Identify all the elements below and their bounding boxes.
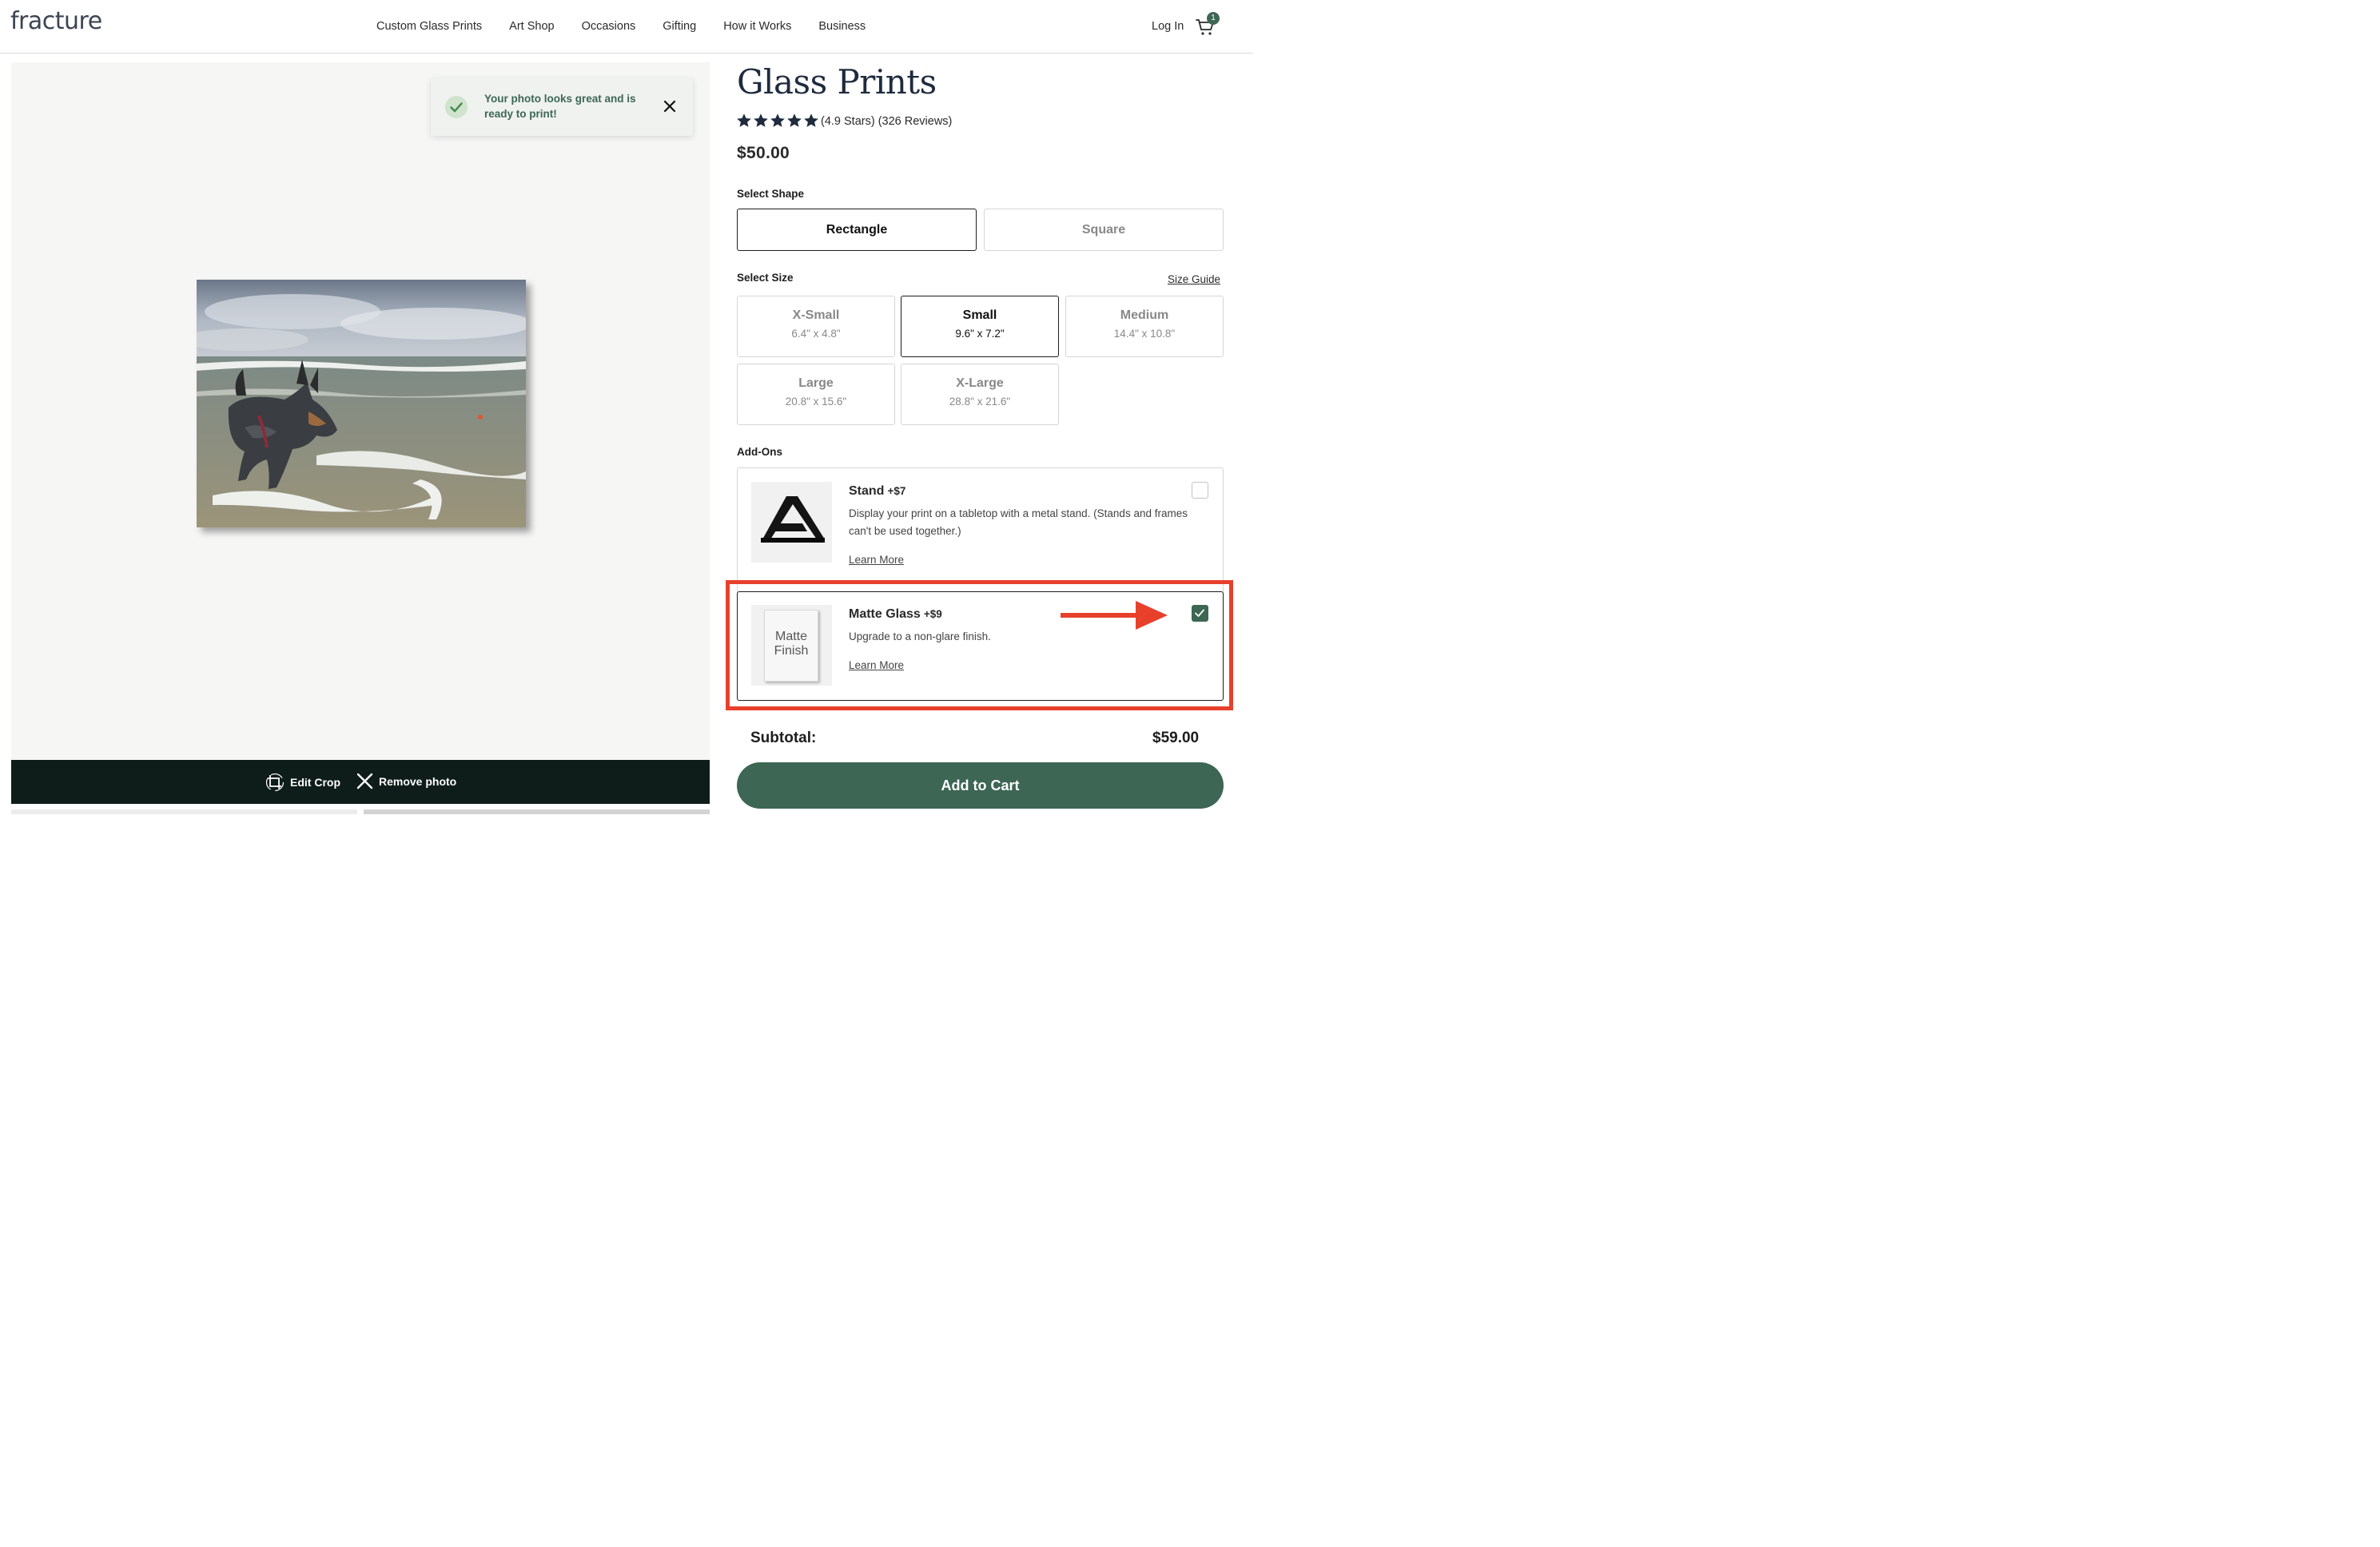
nav-gifting[interactable]: Gifting	[663, 20, 696, 33]
product-price: $50.00	[737, 144, 790, 162]
size-dimensions: 28.8" x 21.6"	[949, 396, 1011, 408]
nav-how-it-works[interactable]: How it Works	[723, 20, 791, 33]
stand-addon-description: Display your print on a tabletop with a …	[849, 507, 1188, 537]
stand-icon	[761, 496, 825, 543]
product-title: Glass Prints	[737, 62, 937, 101]
size-name: Large	[798, 376, 834, 390]
star-icon	[804, 113, 818, 127]
size-option-large[interactable]: Large 20.8" x 15.6"	[737, 364, 895, 425]
stand-checkbox[interactable]	[1192, 482, 1208, 499]
size-option-small[interactable]: Small 9.6" x 7.2"	[901, 296, 1059, 357]
stand-addon-title: Stand +$7	[849, 484, 905, 499]
thumbnail-strip	[11, 809, 710, 814]
photo-preview-area: Your photo looks great and is ready to p…	[11, 62, 710, 761]
star-icon	[787, 113, 802, 127]
stand-addon-name: Stand	[849, 484, 885, 498]
size-name: X-Large	[956, 376, 1004, 390]
photo-action-bar: Edit Crop Remove photo	[11, 760, 710, 804]
thumbnail[interactable]	[364, 809, 710, 814]
size-dimensions: 6.4" x 4.8"	[791, 328, 841, 340]
thumbnail[interactable]	[11, 809, 357, 814]
add-to-cart-button[interactable]: Add to Cart	[737, 762, 1224, 809]
subtotal-value: $59.00	[1152, 730, 1200, 746]
rating-text[interactable]: (4.9 Stars) (326 Reviews)	[821, 115, 952, 128]
star-icon	[770, 113, 785, 127]
login-link[interactable]: Log In	[1152, 20, 1184, 33]
star-rating	[736, 113, 819, 129]
size-dimensions: 14.4" x 10.8"	[1113, 328, 1176, 340]
remove-photo-button[interactable]: Remove photo	[356, 773, 456, 789]
star-icon	[737, 113, 751, 127]
cart-count-badge: 1	[1207, 12, 1220, 25]
size-option-x-large[interactable]: X-Large 28.8" x 21.6"	[901, 364, 1059, 425]
fracture-logo[interactable]: fracture	[10, 7, 102, 35]
annotation-arrow-icon	[1061, 601, 1168, 630]
edit-crop-button[interactable]: Edit Crop	[265, 773, 340, 792]
stand-addon-price: +$7	[887, 485, 906, 497]
size-name: X-Small	[792, 308, 840, 322]
photo-ready-toast: Your photo looks great and is ready to p…	[431, 78, 693, 136]
stand-learn-more-link[interactable]: Learn More	[849, 554, 904, 566]
nav-custom-glass-prints[interactable]: Custom Glass Prints	[376, 20, 482, 33]
crop-icon	[265, 773, 285, 792]
size-dimensions: 9.6" x 7.2"	[955, 328, 1005, 340]
size-dimensions: 20.8" x 15.6"	[785, 396, 847, 408]
shape-option-square[interactable]: Square	[984, 209, 1224, 251]
size-option-medium[interactable]: Medium 14.4" x 10.8"	[1065, 296, 1224, 357]
nav-business[interactable]: Business	[818, 20, 866, 33]
toast-message: Your photo looks great and is ready to p…	[484, 93, 636, 120]
size-option-x-small[interactable]: X-Small 6.4" x 4.8"	[737, 296, 895, 357]
edit-crop-label: Edit Crop	[290, 776, 340, 789]
size-name: Small	[962, 308, 997, 322]
main-nav: Custom Glass Prints Art Shop Occasions G…	[376, 20, 893, 33]
nav-occasions[interactable]: Occasions	[582, 20, 636, 33]
size-name: Medium	[1120, 308, 1169, 322]
select-shape-label: Select Shape	[737, 188, 805, 200]
stand-thumbnail	[751, 482, 832, 563]
select-size-label: Select Size	[737, 272, 794, 284]
add-ons-label: Add-Ons	[737, 446, 782, 458]
close-icon	[356, 773, 373, 789]
close-icon[interactable]	[663, 99, 677, 113]
star-icon	[754, 113, 768, 127]
shape-option-rectangle[interactable]: Rectangle	[737, 209, 977, 251]
check-circle-icon	[445, 96, 468, 118]
site-header: fracture Custom Glass Prints Art Shop Oc…	[0, 0, 1253, 54]
subtotal-label: Subtotal:	[750, 730, 817, 746]
size-guide-link[interactable]: Size Guide	[1168, 273, 1220, 285]
remove-photo-label: Remove photo	[379, 774, 457, 788]
uploaded-photo	[197, 280, 526, 527]
nav-art-shop[interactable]: Art Shop	[509, 20, 554, 33]
